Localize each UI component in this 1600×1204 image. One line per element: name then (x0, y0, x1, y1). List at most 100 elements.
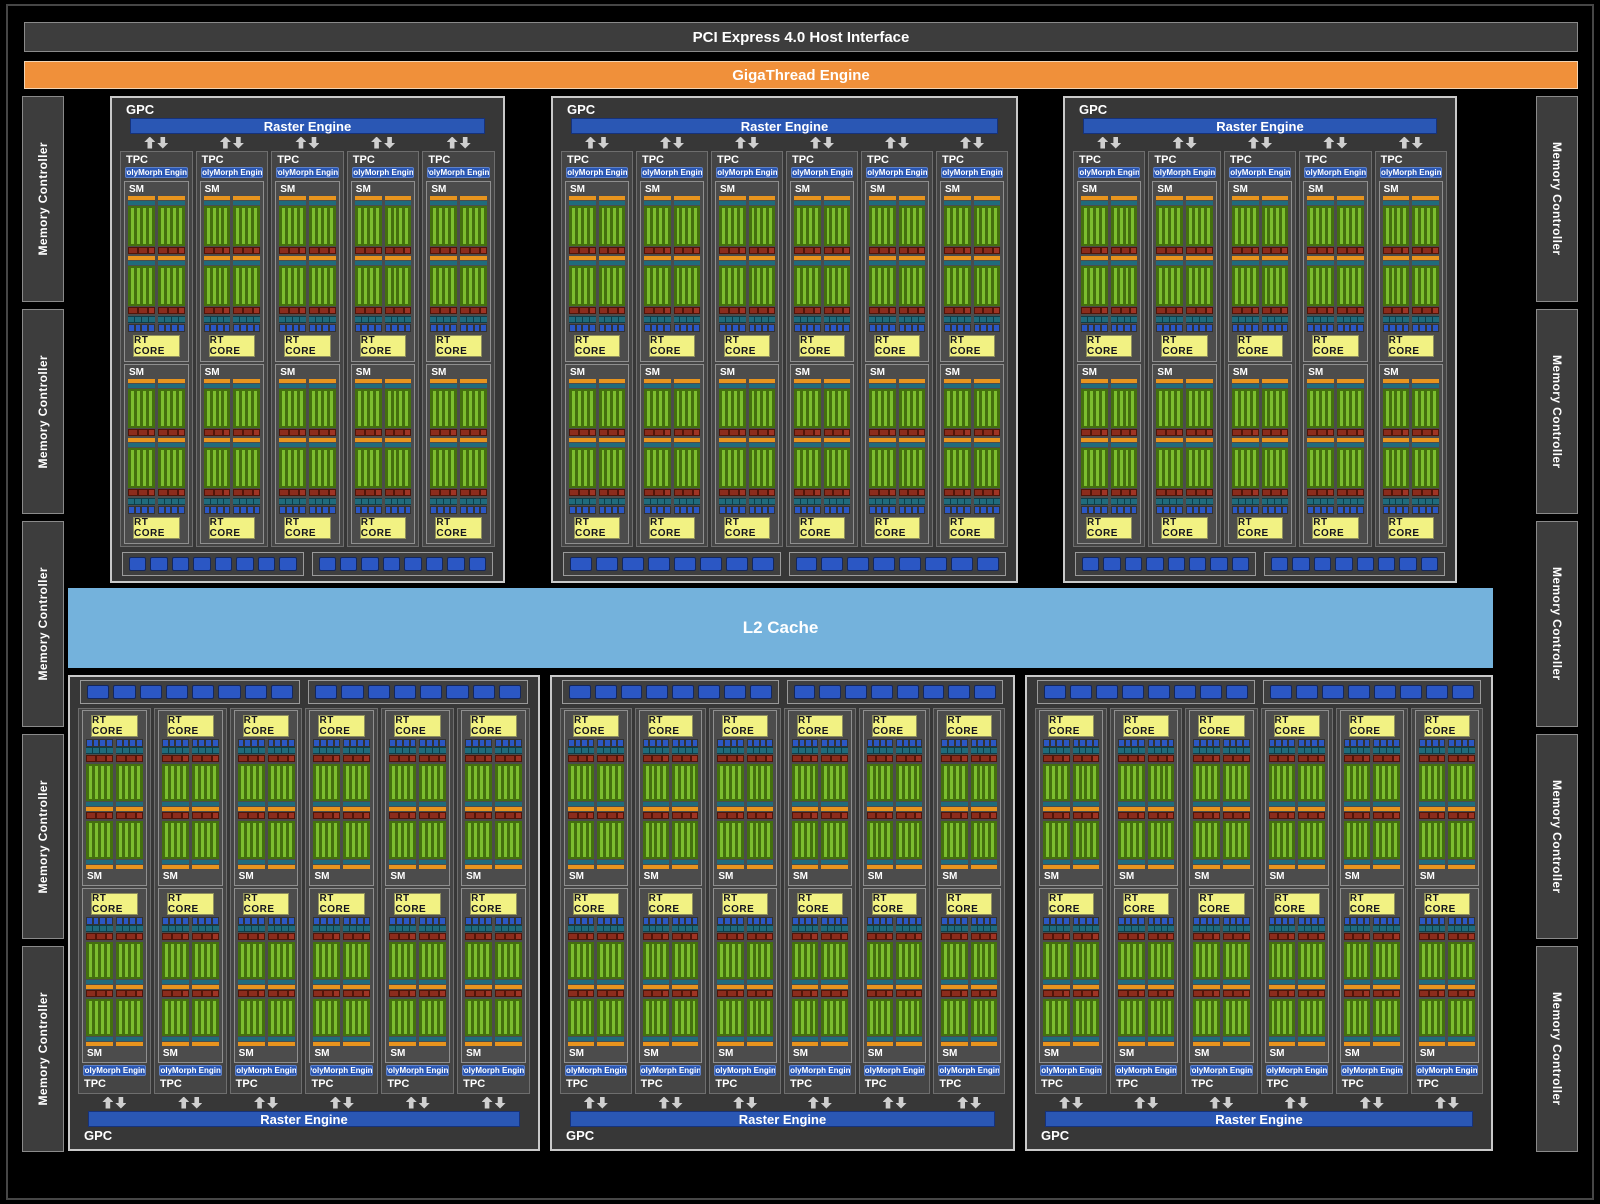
load-store-red-bar (643, 755, 669, 762)
scheduler-orange-bar (821, 1042, 847, 1046)
core-stripe (1433, 450, 1436, 486)
l1-segment (919, 325, 924, 331)
sm-partition (430, 379, 457, 515)
red-segment (149, 490, 154, 495)
l1-cache-row (1186, 506, 1213, 514)
l1-segment (1427, 740, 1432, 746)
l1-segment (225, 325, 230, 331)
l1-segment (427, 918, 432, 924)
core-stripe (131, 391, 134, 427)
scheduler-orange-bar (597, 807, 623, 811)
l1-cache-row (974, 324, 1001, 332)
rop-segment (113, 685, 135, 699)
tex-segment (1102, 499, 1108, 504)
arrow-pair (636, 135, 708, 150)
core-stripe (911, 823, 914, 856)
tex-unit-row (717, 925, 743, 932)
red-segment (991, 813, 996, 818)
load-store-red-bar (824, 247, 851, 254)
l1-cache-row (1073, 739, 1100, 747)
core-stripe (504, 823, 507, 856)
sm-box: SMRT CORE (426, 181, 491, 362)
rop-segment (236, 557, 253, 571)
tex-segment (1328, 499, 1334, 504)
l1-segment (248, 325, 253, 331)
tex-segment (330, 499, 336, 504)
tex-segment (1193, 926, 1199, 931)
register-teal-bar (233, 384, 260, 388)
l1-cache-row (944, 324, 971, 332)
register-teal-bar (749, 261, 776, 265)
tex-segment (93, 748, 99, 753)
core-stripe (675, 1001, 678, 1034)
tex-segment (1305, 748, 1311, 753)
tex-unit-row (313, 747, 340, 754)
core-stripe (376, 391, 379, 427)
red-segment (410, 934, 415, 939)
rop-segment (622, 557, 644, 571)
load-store-red-bar (192, 812, 219, 819)
red-segment (330, 430, 335, 435)
l1-segment (1095, 507, 1100, 513)
core-stripe (1316, 208, 1319, 244)
sm-box: RT CORESM (461, 888, 526, 1064)
sm-partitions-row (568, 739, 624, 870)
tex-segment (568, 748, 574, 753)
red-segment (1167, 308, 1175, 313)
core-stripe (646, 766, 649, 799)
sm-partition (355, 379, 382, 515)
sm-partition (1186, 379, 1213, 515)
load-store-red-bar (1307, 247, 1334, 254)
arrow-up-icon (735, 137, 746, 149)
scheduler-orange-bar (568, 865, 594, 869)
register-teal-bar (974, 201, 1001, 205)
tex-unit-row (128, 498, 155, 505)
sm-partition (158, 196, 185, 332)
l1-cache-row (867, 739, 893, 747)
cuda-core-block (1383, 266, 1410, 306)
register-teal-bar (192, 860, 219, 864)
memory-controller-label: Memory Controller (36, 992, 50, 1105)
l1-cache-row (268, 739, 295, 747)
sm-partition (599, 379, 626, 515)
core-stripe (980, 1001, 983, 1034)
load-store-red-bar (204, 247, 231, 254)
l1-segment (468, 325, 473, 331)
scheduler-orange-bar (896, 865, 922, 869)
core-stripe (1415, 391, 1418, 427)
sm-partition (233, 196, 260, 332)
arrow-up-icon (371, 137, 382, 149)
register-teal-bar (430, 443, 457, 447)
red-segment (1233, 248, 1241, 253)
red-segment (757, 813, 765, 818)
tex-unit-row (597, 747, 623, 754)
core-stripe (143, 450, 146, 486)
core-stripe (316, 1001, 319, 1034)
scheduler-orange-bar (569, 379, 596, 383)
core-stripe (236, 268, 239, 304)
polymorph-engine-bar: PolyMorph Engine (640, 1065, 702, 1076)
l1-segment (1231, 740, 1236, 746)
tex-segment (842, 926, 848, 931)
red-segment (1168, 756, 1173, 761)
scheduler-orange-bar (747, 807, 773, 811)
red-segment (663, 934, 668, 939)
tex-segment (955, 748, 961, 753)
tpc-label: TPC (863, 1077, 927, 1091)
red-segment (1157, 248, 1165, 253)
red-segment (1074, 934, 1082, 939)
l1-segment (813, 918, 818, 924)
sm-label: SM (644, 183, 700, 196)
register-teal-bar (824, 384, 851, 388)
l1-segment (994, 507, 999, 513)
red-segment (405, 430, 410, 435)
core-stripe (282, 391, 285, 427)
red-segment (880, 248, 888, 253)
tpc-box: TPCPolyMorph EngineSMRT CORESMRT CORE (1073, 151, 1145, 547)
cuda-core-block (717, 764, 743, 801)
red-segment (1207, 248, 1212, 253)
tex-segment (355, 499, 361, 504)
tex-segment (158, 499, 164, 504)
scheduler-orange-bar (643, 807, 669, 811)
red-segment (320, 308, 328, 313)
